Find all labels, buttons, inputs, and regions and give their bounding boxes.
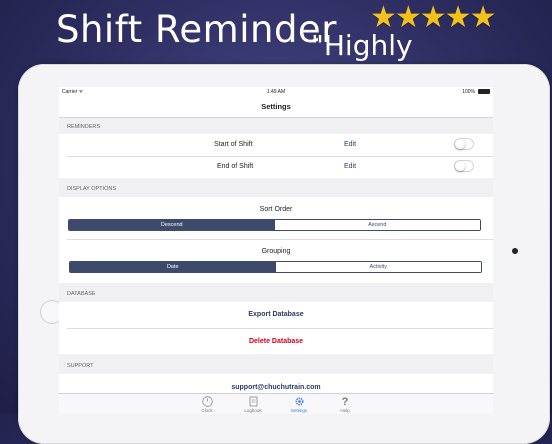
- page-title: Settings: [261, 102, 291, 111]
- sort-order-label: Sort Order: [259, 206, 293, 213]
- support-email-link[interactable]: support@chuchutrain.com: [59, 384, 493, 391]
- tab-settings[interactable]: Settings: [284, 396, 314, 413]
- sort-descend-segment[interactable]: Descend: [69, 220, 275, 230]
- database-group: Export Database Delete Database: [59, 302, 493, 354]
- tab-label: Help: [340, 408, 350, 413]
- clock-icon: [201, 396, 213, 407]
- gear-icon: [294, 397, 304, 406]
- section-header-display-options: DISPLAY OPTIONS: [59, 180, 493, 196]
- tab-label: Clock: [201, 408, 213, 413]
- tab-clock[interactable]: Clock: [192, 396, 222, 413]
- section-header-label: SUPPORT: [67, 363, 94, 369]
- start-of-shift-toggle[interactable]: [454, 138, 474, 150]
- promo-title: Shift Reminder: [56, 8, 337, 51]
- row-divider: [67, 239, 493, 240]
- section-header-label: DISPLAY OPTIONS: [67, 186, 117, 192]
- status-time: 1:49 AM: [266, 89, 286, 95]
- app-screen: Carrier ᯤ 1:49 AM 100% Settings REMINDER…: [59, 87, 493, 414]
- reminders-group: Start of Shift Edit End of Shift Edit: [59, 134, 493, 178]
- section-header-label: DATABASE: [67, 291, 96, 297]
- sort-order-control: Descend Ascend: [68, 219, 481, 231]
- grouping-label: Grouping: [261, 248, 291, 255]
- logbook-icon: [249, 396, 257, 407]
- battery-icon: [478, 89, 490, 94]
- sort-ascend-segment[interactable]: Ascend: [274, 220, 480, 230]
- section-header-support: SUPPORT: [59, 357, 493, 373]
- tab-logbook[interactable]: Logbook: [238, 396, 268, 413]
- status-bar: Carrier ᯤ 1:49 AM 100%: [59, 87, 493, 97]
- tab-label: Settings: [290, 408, 308, 413]
- grouping-date-segment[interactable]: Date: [70, 262, 276, 272]
- row-divider: [67, 328, 493, 329]
- tab-label: Logbook: [244, 408, 262, 413]
- grouping-activity-segment[interactable]: Activity: [275, 262, 481, 272]
- battery-percent: 100%: [462, 89, 475, 95]
- help-icon: ?: [341, 395, 349, 408]
- camera-icon: [512, 248, 518, 254]
- tab-bar: Clock Logbook Settings ? Help: [59, 393, 493, 414]
- reminder-label-end: End of Shift: [217, 163, 254, 170]
- delete-database-button[interactable]: Delete Database: [59, 338, 493, 345]
- tab-help[interactable]: ? Help: [330, 395, 360, 414]
- section-header-label: REMINDERS: [67, 124, 101, 130]
- display-options-group: Sort Order Descend Ascend Grouping Date …: [59, 197, 493, 283]
- edit-start-of-shift-button[interactable]: Edit: [344, 141, 356, 148]
- toggle-knob: [455, 139, 465, 149]
- end-of-shift-toggle[interactable]: [454, 160, 474, 172]
- section-header-database: DATABASE: [59, 285, 493, 301]
- row-divider: [67, 156, 493, 157]
- toggle-knob: [455, 161, 465, 171]
- nav-bar: Settings: [59, 97, 493, 118]
- reminder-label-start: Start of Shift: [214, 141, 253, 148]
- export-database-button[interactable]: Export Database: [59, 311, 493, 318]
- grouping-control: Date Activity: [69, 261, 482, 273]
- edit-end-of-shift-button[interactable]: Edit: [344, 163, 356, 170]
- section-header-reminders: REMINDERS: [59, 118, 493, 134]
